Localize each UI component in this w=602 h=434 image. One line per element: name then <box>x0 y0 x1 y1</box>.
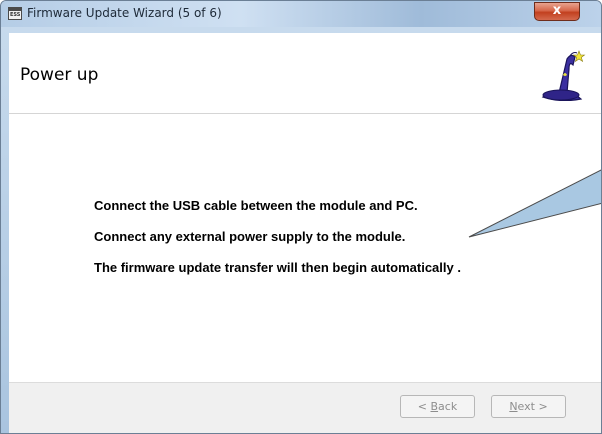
wizard-window: ESS Firmware Update Wizard (5 of 6) x Po… <box>0 0 602 434</box>
window-title: Firmware Update Wizard (5 of 6) <box>27 6 222 20</box>
header-panel: Power up <box>9 33 601 114</box>
instruction-transfer: The firmware update transfer will then b… <box>94 260 461 275</box>
close-icon: x <box>552 3 562 18</box>
button-bar: < Back Next > <box>9 382 601 433</box>
next-label: ext > <box>517 400 548 413</box>
app-icon: ESS <box>8 7 22 20</box>
title-bar[interactable]: ESS Firmware Update Wizard (5 of 6) x <box>1 1 601 27</box>
instruction-power: Connect any external power supply to the… <box>94 229 406 244</box>
app-icon-label: ESS <box>10 12 21 18</box>
instruction-usb: Connect the USB cable between the module… <box>94 198 418 213</box>
back-button[interactable]: < Back <box>400 395 475 418</box>
back-prefix: < <box>417 400 431 413</box>
next-accesskey: N <box>509 400 518 413</box>
close-button[interactable]: x <box>534 2 580 21</box>
back-label: ack <box>438 400 458 413</box>
wizard-client-area: Power up Connect the USB cable between t… <box>9 33 601 433</box>
page-title: Power up <box>20 65 99 85</box>
next-button[interactable]: Next > <box>491 395 566 418</box>
back-accesskey: B <box>430 400 439 413</box>
wizard-hat-icon <box>541 50 586 101</box>
instructions-panel: Connect the USB cable between the module… <box>9 114 601 382</box>
